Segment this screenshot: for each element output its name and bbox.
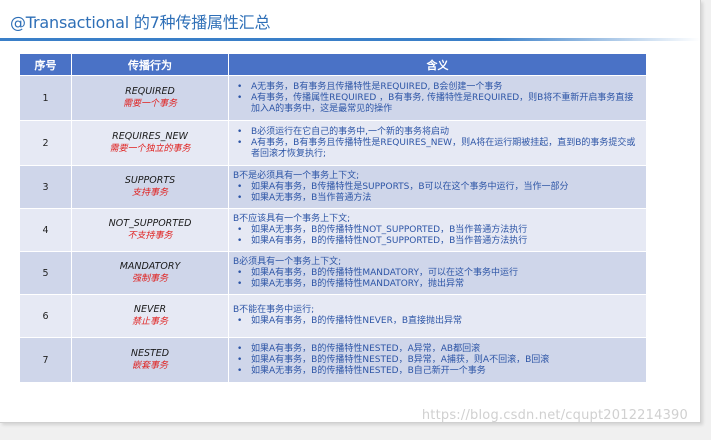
behavior-desc: 需要一个独立的事务	[109, 144, 191, 154]
meaning-list: 如果A有事务，B的传播特性NESTED，A异常，AB都回滚如果A有事务，B的传播…	[233, 344, 642, 377]
row-meaning: B不是必须具有一个事务上下文;如果A有事务，B传播特性是SUPPORTS，B可以…	[228, 165, 647, 209]
behavior-name: SUPPORTS	[124, 175, 176, 186]
row-meaning: B必须运行在它自己的事务中,一个新的事务将启动A有事务，B有事务且传播特性是RE…	[228, 120, 647, 166]
list-item: 如果A无事务，B的传播特性NESTED，B自己新开一个事务	[233, 366, 642, 377]
header-index: 序号	[19, 53, 72, 76]
row-index: 4	[19, 208, 72, 252]
meaning-list: 如果A无事务，B的传播特性NOT_SUPPORTED，B当作普通方法执行如果A有…	[233, 225, 642, 247]
row-meaning: 如果A有事务，B的传播特性NESTED，A异常，AB都回滚如果A有事务，B的传播…	[228, 337, 647, 383]
list-item: A有事务，B有事务且传播特性是REQUIRES_NEW，则A将在运行期被挂起，直…	[233, 138, 642, 160]
list-item: 如果A有事务，B的传播特性NOT_SUPPORTED，B当作普通方法执行	[233, 236, 642, 247]
list-item: 如果A无事务，B的传播特性MANDATORY，抛出异常	[233, 279, 642, 290]
meaning-list: B必须运行在它自己的事务中,一个新的事务将启动A有事务，B有事务且传播特性是RE…	[233, 127, 642, 160]
table-header-row: 序号 传播行为 含义	[19, 53, 647, 76]
header-behavior: 传播行为	[71, 53, 229, 76]
meaning-lead: B不应该具有一个事务上下文;	[233, 213, 351, 224]
behavior-desc: 禁止事务	[131, 317, 168, 327]
row-behavior: NOT_SUPPORTED 不支持事务	[71, 208, 229, 252]
behavior-name: REQUIRED	[125, 86, 175, 97]
meaning-lead: B不是必须具有一个事务上下文;	[233, 170, 360, 181]
meaning-list: 如果A有事务，B的传播特性NEVER，B直接抛出异常	[233, 316, 642, 327]
row-behavior: NEVER 禁止事务	[71, 294, 229, 338]
row-index: 3	[19, 165, 72, 209]
list-item: 如果A无事务，B的传播特性NOT_SUPPORTED，B当作普通方法执行	[233, 225, 642, 236]
meaning-list: A无事务，B有事务且传播特性是REQUIRED, B会创建一个事务A有事务，传播…	[233, 82, 642, 115]
meaning-list: 如果A有事务，B传播特性是SUPPORTS，B可以在这个事务中运行，当作一部分如…	[233, 182, 642, 204]
behavior-desc: 支持事务	[131, 188, 168, 198]
row-index: 1	[19, 75, 72, 121]
meaning-list: 如果A有事务，B的传播特性MANDATORY，可以在这个事务中运行如果A无事务，…	[233, 268, 642, 290]
table-row: 7 NESTED 嵌套事务 如果A有事务，B的传播特性NESTED，A异常，AB都回滚…	[19, 337, 647, 383]
page-title: @Transactional 的7种传播属性汇总	[10, 13, 271, 32]
row-behavior: MANDATORY 强制事务	[71, 251, 229, 295]
table-row: 2 REQUIRES_NEW 需要一个独立的事务 B必须运行在它自己的事务中,一个新的…	[19, 120, 647, 166]
row-index: 2	[19, 120, 72, 166]
row-behavior: NESTED 嵌套事务	[71, 337, 229, 383]
list-item: A无事务，B有事务且传播特性是REQUIRED, B会创建一个事务	[233, 82, 642, 93]
header-meaning: 含义	[228, 53, 647, 76]
propagation-table: 序号 传播行为 含义 1 REQUIRED 需要一个事务 A无事务，B有事务且传播特性…	[19, 53, 647, 383]
list-item: 如果A有事务，B的传播特性NESTED，A异常，AB都回滚	[233, 344, 642, 355]
watermark: https://blog.csdn.net/cqupt2012214390	[421, 408, 688, 423]
title-underline	[0, 38, 700, 41]
list-item: 如果A有事务，B的传播特性NESTED，B异常，A捕获，则A不回滚，B回滚	[233, 355, 642, 366]
table-row: 1 REQUIRED 需要一个事务 A无事务，B有事务且传播特性是REQUIRED, …	[19, 75, 647, 121]
table-row: 5 MANDATORY 强制事务 B必须具有一个事务上下文;如果A有事务，B的传播特性…	[19, 251, 647, 295]
table-row: 4 NOT_SUPPORTED 不支持事务 B不应该具有一个事务上下文;如果A无事务，…	[19, 208, 647, 252]
behavior-name: MANDATORY	[119, 261, 181, 272]
behavior-desc: 需要一个事务	[122, 99, 177, 109]
row-index: 6	[19, 294, 72, 338]
row-behavior: SUPPORTS 支持事务	[71, 165, 229, 209]
meaning-lead: B不能在事务中运行;	[233, 305, 315, 315]
behavior-name: NOT_SUPPORTED	[108, 218, 192, 229]
table-row: 3 SUPPORTS 支持事务 B不是必须具有一个事务上下文;如果A有事务，B传播特性…	[19, 165, 647, 209]
row-index: 5	[19, 251, 72, 295]
behavior-name: REQUIRES_NEW	[112, 131, 188, 142]
behavior-desc: 不支持事务	[127, 231, 173, 241]
row-index: 7	[19, 337, 72, 383]
meaning-lead: B必须具有一个事务上下文;	[233, 256, 342, 267]
row-behavior: REQUIRES_NEW 需要一个独立的事务	[71, 120, 229, 166]
row-behavior: REQUIRED 需要一个事务	[71, 75, 229, 121]
list-item: A有事务，传播属性REQUIRED ，B有事务, 传播特性是REQUIRED，则…	[233, 93, 642, 115]
list-item: 如果A有事务，B传播特性是SUPPORTS，B可以在这个事务中运行，当作一部分	[233, 182, 642, 193]
table-body: 1 REQUIRED 需要一个事务 A无事务，B有事务且传播特性是REQUIRED, …	[19, 75, 647, 383]
behavior-name: NEVER	[133, 304, 167, 315]
behavior-name: NESTED	[130, 348, 170, 359]
table-row: 6 NEVER 禁止事务 B不能在事务中运行;如果A有事务，B的传播特性NEVER，B…	[19, 294, 647, 338]
behavior-desc: 嵌套事务	[131, 361, 168, 371]
row-meaning: B必须具有一个事务上下文;如果A有事务，B的传播特性MANDATORY，可以在这…	[228, 251, 647, 295]
behavior-desc: 强制事务	[131, 274, 168, 284]
row-meaning: B不应该具有一个事务上下文;如果A无事务，B的传播特性NOT_SUPPORTED…	[228, 208, 647, 252]
row-meaning: B不能在事务中运行;如果A有事务，B的传播特性NEVER，B直接抛出异常	[228, 294, 647, 338]
slide: @Transactional 的7种传播属性汇总 序号 传播行为 含义 1 REQ…	[0, 0, 701, 423]
list-item: 如果A无事务，B当作普通方法	[233, 193, 642, 204]
list-item: 如果A有事务，B的传播特性MANDATORY，可以在这个事务中运行	[233, 268, 642, 279]
list-item: 如果A有事务，B的传播特性NEVER，B直接抛出异常	[233, 316, 642, 327]
list-item: B必须运行在它自己的事务中,一个新的事务将启动	[233, 127, 642, 138]
row-meaning: A无事务，B有事务且传播特性是REQUIRED, B会创建一个事务A有事务，传播…	[228, 75, 647, 121]
